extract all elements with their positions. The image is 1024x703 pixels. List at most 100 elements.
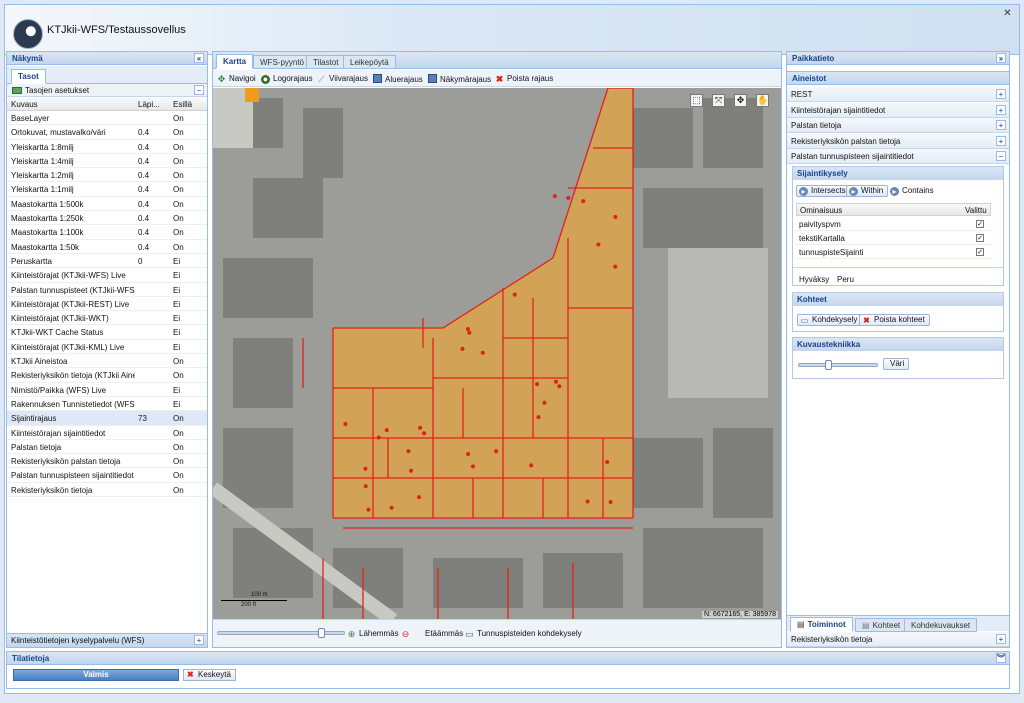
accept-button[interactable]: Hyväksy — [799, 275, 829, 284]
layer-row[interactable]: Rekisteriyksikön palstan tietoja On — [7, 454, 207, 469]
dataset-item[interactable]: Kiinteistörajan sijaintitiedot + — [787, 102, 1009, 118]
parcel-point[interactable] — [366, 507, 371, 512]
contains-button[interactable]: ▸ Contains — [887, 185, 939, 197]
color-slider-thumb[interactable] — [824, 360, 832, 370]
zoom-out-button[interactable]: Etäämmäs — [425, 629, 463, 639]
layer-visible[interactable]: On — [173, 457, 184, 466]
parcel-point[interactable] — [552, 194, 557, 199]
expand-service-icon[interactable]: + — [194, 635, 204, 645]
layer-opacity[interactable]: 0.4 — [138, 214, 168, 223]
intersects-button[interactable]: ▸ Intersects — [796, 185, 851, 197]
layer-row[interactable]: Kiinteistörajat (KTJkii-REST) Live Ei — [7, 297, 207, 312]
parcel-point[interactable] — [417, 495, 421, 500]
parcel-point[interactable] — [384, 428, 389, 433]
layer-visible[interactable]: Ei — [173, 400, 180, 409]
layer-opacity[interactable]: 0.4 — [138, 128, 168, 137]
expand-dataset-icon[interactable]: + — [996, 120, 1006, 130]
layer-visible[interactable]: On — [173, 114, 184, 123]
expand-dataset-icon[interactable]: + — [996, 104, 1006, 115]
tab-kartta[interactable]: Kartta — [216, 54, 254, 69]
tab-wfs-pyynto[interactable]: WFS-pyyntö — [253, 55, 312, 69]
layer-opacity[interactable]: 0.4 — [138, 157, 168, 166]
attr-checkbox[interactable]: ✓ — [976, 234, 984, 242]
parcel-point[interactable] — [585, 499, 590, 504]
parcel-point[interactable] — [613, 215, 618, 219]
within-button[interactable]: ▸ Within — [846, 185, 889, 197]
parcel-point[interactable] — [343, 422, 348, 426]
layer-row[interactable]: Nimistö/Paikka (WFS) Live Ei — [7, 383, 207, 397]
layer-visible[interactable]: On — [173, 157, 184, 166]
zoom-in-button[interactable]: ⊕ Lähemmäs — [347, 629, 399, 639]
layer-opacity[interactable]: 0.4 — [138, 185, 168, 194]
map-view[interactable]: ⬚ ⤧ ✥ ✋ 100 m 200 ft N: 6672165, E: 3859… — [213, 88, 781, 620]
layer-visible[interactable]: On — [173, 443, 184, 452]
parcel-point[interactable] — [460, 346, 465, 351]
parcel-point[interactable] — [529, 463, 534, 468]
layer-row[interactable]: Palstan tunnuspisteet (KTJkii-WFS) ... Ei — [7, 283, 207, 297]
attr-row[interactable]: tunnuspisteSijainti ✓ — [796, 245, 991, 259]
parcel-point[interactable] — [389, 505, 394, 510]
collapse-left-icon[interactable]: « — [194, 53, 204, 63]
layer-row[interactable]: Sijaintirajaus 73 On — [7, 411, 207, 426]
parcel-point[interactable] — [406, 449, 411, 454]
layer-visible[interactable]: On — [173, 414, 184, 423]
col-opacity-header[interactable]: Läpi... — [138, 100, 160, 109]
layer-row[interactable]: Yleiskartta 1:2milj 0.4 On — [7, 168, 207, 183]
parcel-point[interactable] — [542, 400, 547, 405]
parcel-point[interactable] — [557, 384, 562, 389]
logo-select-button[interactable]: ● Logorajaus — [261, 74, 313, 84]
layer-row[interactable]: Ortokuvat, mustavalko/väri 0.4 On — [7, 125, 207, 140]
parcel-point[interactable] — [465, 327, 470, 331]
layer-row[interactable]: Peruskartta 0 Ei — [7, 254, 207, 269]
dataset-item[interactable]: REST + — [787, 87, 1009, 102]
collapse-settings-icon[interactable]: − — [194, 85, 204, 95]
cancel-query-button[interactable]: Peru — [837, 275, 854, 284]
layer-row[interactable]: Yleiskartta 1:4milj 0.4 On — [7, 154, 207, 169]
attr-row[interactable]: paivityspvm ✓ — [796, 217, 991, 231]
layer-row[interactable]: Palstan tunnuspisteen sijaintitiedot On — [7, 468, 207, 483]
remove-selection-button[interactable]: ✖ Poista rajaus — [495, 74, 554, 84]
close-icon[interactable]: ✕ — [1002, 8, 1013, 19]
remove-targets-button[interactable]: ✖ Poista kohteet — [859, 314, 930, 326]
parcel-point[interactable] — [554, 379, 558, 384]
tab-toiminnot[interactable]: ▤ Toiminnot — [790, 617, 853, 632]
layer-row[interactable]: Rekisteriyksikön tietoja (KTJkii Ainei..… — [7, 368, 207, 383]
hand-icon[interactable]: ✋ — [756, 94, 769, 107]
area-select-button[interactable]: Aluerajaus — [373, 74, 423, 84]
layer-settings-header[interactable]: Tasojen asetukset − — [7, 84, 207, 97]
pan-icon[interactable]: ✥ — [734, 94, 747, 107]
tab-tasot[interactable]: Tasot — [11, 69, 46, 84]
layer-visible[interactable]: On — [173, 171, 184, 180]
tab-kohteet[interactable]: ▤ Kohteet — [855, 618, 908, 632]
point-query-button[interactable]: ▭ Tunnuspisteiden kohdekysely — [465, 629, 581, 639]
layer-visible[interactable]: On — [173, 214, 184, 223]
attr-checkbox[interactable]: ✓ — [976, 248, 984, 256]
layer-row[interactable]: Yleiskartta 1:8milj 0.4 On — [7, 140, 207, 154]
expand-status-icon[interactable]: ︾ — [996, 653, 1006, 663]
layer-row[interactable]: Kiinteistörajat (KTJkii-WKT) Ei — [7, 311, 207, 326]
zoom-slider[interactable] — [217, 628, 345, 638]
layer-visible[interactable]: Ei — [173, 257, 180, 266]
parcel-point[interactable] — [581, 199, 586, 204]
layer-opacity[interactable]: 0.4 — [138, 228, 168, 237]
layer-opacity[interactable]: 0.4 — [138, 200, 168, 209]
parcel-point[interactable] — [467, 330, 472, 335]
view-select-button[interactable]: Näkymärajaus — [428, 74, 491, 84]
col-visible-header[interactable]: Esillä — [173, 100, 192, 109]
expand-right-icon[interactable]: » — [996, 53, 1006, 63]
parcel-point[interactable] — [512, 292, 517, 297]
zoom-slider-thumb[interactable] — [318, 628, 326, 638]
navigate-button[interactable]: ✥ Navigoi — [217, 74, 256, 84]
layer-row[interactable]: Maastokartta 1:50k 0.4 On — [7, 240, 207, 254]
layer-opacity[interactable]: 0.4 — [138, 171, 168, 180]
parcel-point[interactable] — [409, 468, 413, 473]
attr-checkbox[interactable]: ✓ — [976, 220, 984, 228]
layer-visible[interactable]: On — [173, 429, 184, 438]
layer-visible[interactable]: Ei — [173, 271, 180, 280]
layer-row[interactable]: Kiinteistörajat (KTJkii-WFS) Live Ei — [7, 268, 207, 283]
abort-button[interactable]: ✖ Keskeytä — [183, 669, 236, 681]
parcel-point[interactable] — [535, 382, 540, 387]
layer-visible[interactable]: Ei — [173, 343, 180, 352]
layer-opacity[interactable]: 0.4 — [138, 143, 168, 152]
parcel-point[interactable] — [536, 415, 541, 420]
